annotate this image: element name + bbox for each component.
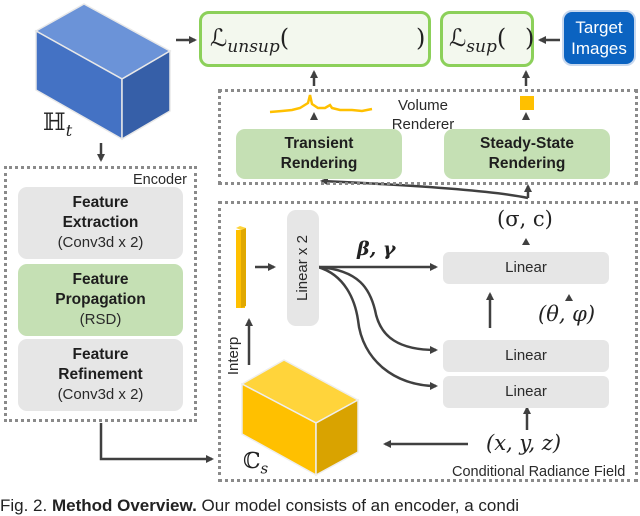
figure-caption: Fig. 2. Method Overview. Our model consi… [0,496,519,516]
arrow-encoder-to-crf [99,423,214,463]
unsup-L: ℒ [210,24,228,52]
unsup-close-paren: ) [416,24,426,52]
linear-x2-block: Linear x 2 [287,210,319,326]
feature-refinement-line1: Feature [72,346,129,363]
target-images-line2: Images [571,39,627,58]
target-images-box: Target Images [562,10,636,66]
feature-propagation-line2: Propagation [55,291,146,308]
linear-block-top-label: Linear [505,259,547,276]
feature-refinement-block: Feature Refinement (Conv3d x 2) [18,339,183,411]
sup-loss-symbol: ℒsup( [449,24,506,57]
unsup-subscript: unsup [227,36,280,57]
conditional-volume-label: ℂs [243,449,268,477]
feature-propagation-sub: (RSD) [79,311,122,328]
steady-state-line1: Steady-State [480,135,574,152]
output-sigma-c: (σ, c) [497,207,553,231]
hidden-volume-subscript: t [65,120,73,140]
hidden-volume-label: ℍt [43,108,72,140]
sup-open-paren: ( [496,24,507,52]
conditional-volume-symbol: ℂ [243,449,261,474]
feature-extraction-line1: Feature [72,194,129,211]
unsup-open-paren: ( [279,24,290,52]
linear-block-mid: Linear [443,340,609,372]
film-params-label: β, γ [357,238,396,260]
linear-x2-label: Linear x 2 [294,235,311,301]
transient-line1: Transient [284,135,354,152]
feature-refinement-sub: (Conv3d x 2) [57,386,144,403]
linear-block-bot-label: Linear [505,383,547,400]
crf-title: Conditional Radiance Field [452,464,626,480]
feature-extraction-sub: (Conv3d x 2) [57,234,144,251]
linear-block-mid-label: Linear [505,347,547,364]
steady-state-line2: Rendering [488,155,566,172]
sup-close-paren: ) [525,24,535,52]
volume-renderer-title-line1: Volume [397,97,449,114]
unsup-loss-box: ℒunsup( ) [199,11,431,67]
conditional-volume-subscript: s [260,459,269,478]
hidden-volume-symbol: ℍ [43,108,66,136]
caption-bold: Method Overview. [51,496,197,515]
sup-loss-box: ℒsup( ) [440,11,534,67]
sup-subscript: sup [466,36,497,57]
linear-block-top: Linear [443,252,609,284]
target-images-line1: Target [575,18,623,37]
linear-block-bot: Linear [443,376,609,408]
caption-text: Our model consists of an encoder, a cond… [196,496,520,515]
feature-extraction-line2: Extraction [62,214,139,231]
position-xyz: (x, y, z) [486,431,562,455]
interp-label: Interp [225,336,243,376]
steady-state-rendering-block: Steady-State Rendering [444,129,610,179]
feature-propagation-line1: Feature [72,271,129,288]
sup-L: ℒ [449,24,467,52]
feature-extraction-block: Feature Extraction (Conv3d x 2) [18,187,183,259]
transient-line2: Rendering [280,155,358,172]
caption-prefix: Fig. 2. [0,496,52,515]
interp-label-wrap: Interp [220,336,248,376]
unsup-loss-symbol: ℒunsup( [210,24,289,57]
feature-propagation-block: Feature Propagation (RSD) [18,264,183,336]
view-direction-theta-phi: (θ, φ) [538,302,596,326]
feature-refinement-line2: Refinement [58,366,143,383]
transient-rendering-block: Transient Rendering [236,129,402,179]
volume-renderer-title: Volume Renderer [388,96,458,134]
